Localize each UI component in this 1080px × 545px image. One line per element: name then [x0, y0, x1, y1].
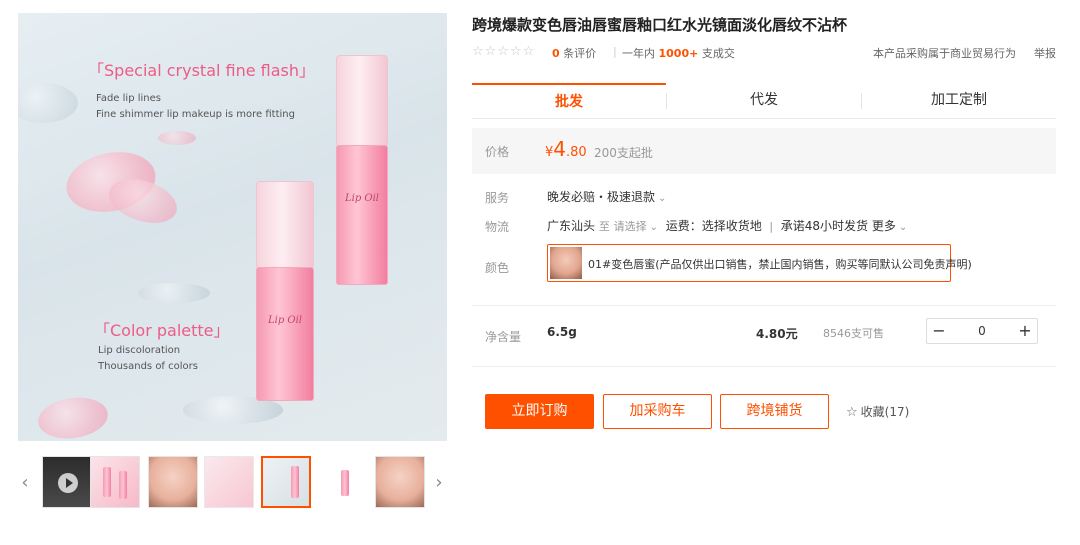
bottle-label: Lip Oil: [344, 193, 379, 204]
deal-count-number: 1000+: [658, 47, 699, 60]
bottle-label: Lip Oil: [267, 315, 302, 326]
thumbnail-video[interactable]: [42, 456, 92, 508]
service-value: 晚发必赔・极速退款: [547, 190, 656, 204]
product-title: 跨境爆款变色唇油唇蜜唇釉口红水光镜面淡化唇纹不沾杯: [472, 16, 848, 34]
bottle-cap: [256, 181, 314, 269]
favorite-button[interactable]: ☆ 收藏(17): [846, 403, 909, 420]
bottle-body: [336, 145, 388, 285]
deal-count-label: 支成交: [701, 47, 735, 60]
mini-bottle-icon: [103, 467, 111, 497]
thumbnail-strip: ‹ ›: [18, 456, 447, 510]
image-subtext: Lip discoloration Thousands of colors: [98, 343, 198, 375]
thumb-next-arrow-icon[interactable]: ›: [432, 456, 446, 510]
buy-now-button[interactable]: 立即订购: [485, 394, 594, 429]
meta-separator: |: [613, 45, 617, 58]
rating-stars-icon: ☆☆☆☆☆: [472, 44, 536, 59]
increment-button[interactable]: +: [1013, 319, 1037, 343]
image-subtext-line: Thousands of colors: [98, 361, 198, 372]
tab-wholesale[interactable]: 批发: [472, 83, 666, 119]
shipping-promise: 承诺48小时发货: [780, 219, 868, 233]
service-dropdown[interactable]: 晚发必赔・极速退款 ⌄: [547, 188, 666, 205]
thumbnail[interactable]: [148, 456, 198, 508]
mini-bottle-icon: [291, 466, 299, 498]
destination-select-label: 请选择: [613, 220, 647, 233]
logistics-row: 物流 广东汕头 至 请选择 ⌄ 运费：选择收货地 | 承诺48小时发货 更多 ⌄: [472, 215, 1056, 235]
decor-blob: [35, 393, 111, 441]
add-to-cart-button[interactable]: 加采购车: [603, 394, 712, 429]
logistics-origin: 广东汕头: [547, 219, 596, 233]
quantity-input[interactable]: 0: [951, 319, 1013, 343]
sku-price: 4.80元: [756, 327, 798, 341]
bottle-body: [256, 267, 314, 401]
service-row: 服务 晚发必赔・极速退款 ⌄: [472, 186, 1056, 206]
review-count[interactable]: 0 条评价: [552, 45, 596, 61]
image-subtext-line: Lip discoloration: [98, 345, 181, 356]
purchase-mode-tabs: 批发 代发 加工定制: [472, 83, 1056, 119]
color-option-thumbnail: [550, 247, 582, 279]
logistics-to: 至: [598, 220, 610, 233]
price-label: 价格: [485, 145, 510, 159]
thumbnail[interactable]: [90, 456, 140, 508]
image-heading: 「Color palette」: [94, 321, 230, 340]
sku-stock: 8546支可售: [823, 327, 884, 340]
shipping-fee: 运费：选择收货地: [665, 219, 762, 233]
thumbnail[interactable]: [375, 456, 425, 508]
deal-year-label: 一年内: [622, 47, 655, 60]
decrement-button[interactable]: −: [927, 319, 951, 343]
color-label: 颜色: [485, 261, 510, 275]
logistics-separator: |: [769, 220, 774, 233]
chevron-down-icon: ⌄: [658, 193, 667, 204]
sku-label: 净含量: [485, 330, 522, 344]
decor-blob: [158, 131, 196, 145]
mini-bottle-icon: [119, 471, 127, 499]
sku-row: 净含量 6.5g 4.80元 8546支可售 − 0 +: [472, 305, 1056, 367]
bottle-cap: [336, 55, 388, 147]
star-icon: ☆: [846, 405, 858, 420]
price-integer: 4: [553, 137, 567, 161]
report-link[interactable]: 举报: [1034, 45, 1056, 61]
review-count-label: 条评价: [563, 47, 597, 60]
price-decimal: .80: [566, 145, 587, 160]
price-panel: 价格 ¥4.80 200支起批: [472, 128, 1056, 174]
sku-name: 6.5g: [547, 325, 577, 339]
color-option-label: 01#变色唇蜜(产品仅供出口销售，禁止国内销售，购买等同默认公司免责声明): [588, 258, 972, 271]
main-product-image[interactable]: Lip Oil Lip Oil 「Special crystal fine fl…: [18, 13, 447, 441]
lip-oil-bottle: Lip Oil: [336, 55, 388, 285]
image-heading: 「Special crystal fine flash」: [88, 61, 316, 80]
more-dropdown[interactable]: 更多 ⌄: [872, 219, 907, 233]
review-count-number: 0: [552, 47, 560, 60]
tab-dropship[interactable]: 代发: [667, 83, 861, 119]
favorite-label: 收藏(17): [860, 405, 910, 419]
service-label: 服务: [485, 191, 510, 205]
price-value: ¥4.80: [545, 137, 587, 161]
thumbnail[interactable]: [204, 456, 254, 508]
logistics-values: 广东汕头 至 请选择 ⌄ 运费：选择收货地 | 承诺48小时发货 更多 ⌄: [547, 217, 907, 234]
logistics-label: 物流: [485, 220, 510, 234]
thumb-prev-arrow-icon[interactable]: ‹: [18, 456, 32, 510]
image-subtext-line: Fade lip lines: [96, 93, 161, 104]
thumbnail-active[interactable]: [261, 456, 311, 508]
min-order: 200支起批: [594, 146, 653, 160]
image-subtext-line: Fine shimmer lip makeup is more fitting: [96, 109, 295, 120]
decor-drop: [138, 283, 210, 303]
tab-customization[interactable]: 加工定制: [862, 83, 1056, 119]
play-icon: [58, 473, 78, 493]
product-meta: ☆☆☆☆☆ 0 条评价 | 一年内 1000+ 支成交 本产品采购属于商业贸易行…: [472, 44, 1056, 62]
deal-count: 一年内 1000+ 支成交: [622, 45, 735, 61]
more-label: 更多: [871, 219, 896, 233]
destination-select[interactable]: 请选择 ⌄: [614, 220, 658, 233]
color-option-selected[interactable]: 01#变色唇蜜(产品仅供出口销售，禁止国内销售，购买等同默认公司免责声明): [547, 244, 972, 282]
trade-note: 本产品采购属于商业贸易行为: [873, 47, 1016, 60]
thumbnail[interactable]: [320, 456, 370, 508]
quantity-stepper: − 0 +: [926, 318, 1038, 344]
decor-drop: [18, 83, 78, 123]
image-subtext: Fade lip lines Fine shimmer lip makeup i…: [96, 91, 295, 123]
cross-border-listing-button[interactable]: 跨境铺货: [720, 394, 829, 429]
chevron-down-icon: ⌄: [649, 222, 659, 233]
lip-oil-bottle: Lip Oil: [256, 181, 314, 401]
mini-bottle-icon: [341, 470, 349, 496]
chevron-down-icon: ⌄: [898, 222, 908, 233]
